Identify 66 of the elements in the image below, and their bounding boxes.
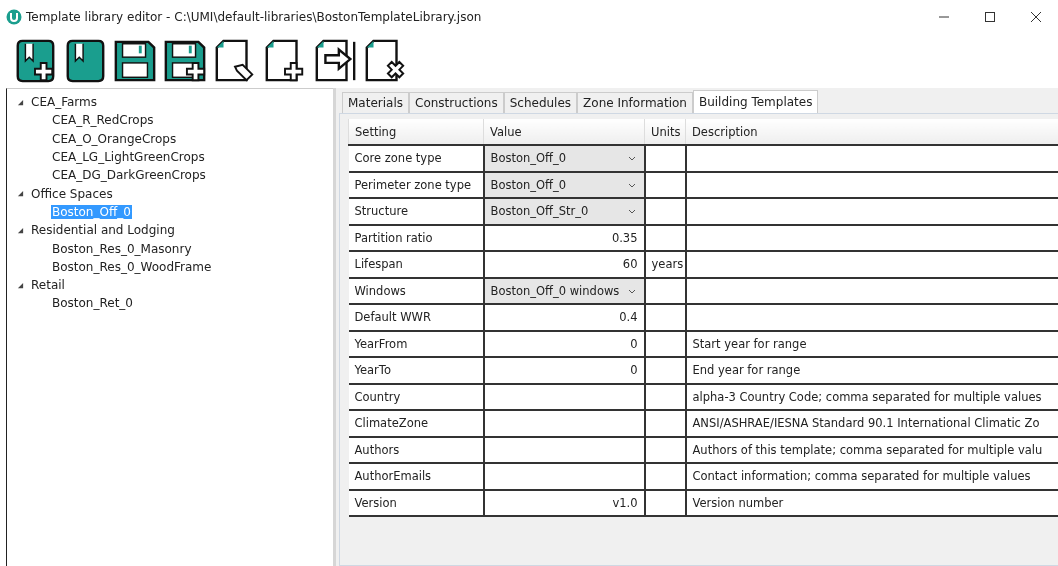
value-field[interactable]: 0 bbox=[630, 336, 638, 351]
expanded-arrow-icon[interactable] bbox=[17, 226, 24, 234]
tree-item[interactable]: Office Spaces bbox=[30, 186, 114, 201]
setting-label: Windows bbox=[354, 283, 406, 298]
column-header: Description bbox=[685, 119, 1058, 145]
setting-label: Perimeter zone type bbox=[354, 177, 472, 192]
description-text: alpha-3 Country Code; comma separated for multiple values bbox=[692, 389, 1042, 404]
description-text: Authors of this template; comma separated for multiple valu bbox=[692, 442, 1043, 457]
tree-item[interactable]: CEA_O_OrangeCrops bbox=[51, 131, 178, 146]
chevron-icon[interactable] bbox=[627, 156, 636, 161]
tree-item[interactable]: Retail bbox=[30, 278, 66, 293]
tree-item[interactable]: CEA_DG_DarkGreenCrops bbox=[51, 168, 207, 183]
setting-label: Core zone type bbox=[354, 151, 442, 166]
value-field[interactable]: 60 bbox=[622, 257, 638, 272]
expanded-arrow-icon[interactable] bbox=[17, 190, 24, 198]
value-dropdown[interactable]: Boston_Off_Str_0 bbox=[483, 198, 645, 225]
description-text: Contact information; comma separated for multiple values bbox=[692, 469, 1031, 484]
save-add-icon[interactable] bbox=[162, 38, 208, 84]
setting-label: Lifespan bbox=[354, 257, 403, 272]
tree-item[interactable]: CEA_R_RedCrops bbox=[51, 113, 155, 128]
setting-label: Authors bbox=[354, 442, 400, 457]
chevron-icon[interactable] bbox=[627, 288, 636, 294]
app-logo-icon bbox=[6, 9, 22, 25]
chevron-icon[interactable] bbox=[627, 209, 636, 214]
close-icon[interactable] bbox=[1030, 11, 1042, 23]
value-dropdown[interactable]: Boston_Off_0 bbox=[483, 145, 645, 172]
tree-item[interactable]: CEA_Farms bbox=[30, 95, 98, 110]
tree-item[interactable]: Residential and Lodging bbox=[30, 223, 176, 238]
setting-label: YearFrom bbox=[354, 336, 408, 351]
tab[interactable]: Building Templates bbox=[692, 90, 819, 113]
tab[interactable]: Schedules bbox=[503, 92, 578, 113]
value-dropdown[interactable]: Boston_Off_0 bbox=[483, 171, 645, 198]
tab[interactable]: Zone Information bbox=[577, 92, 693, 113]
expanded-arrow-icon[interactable] bbox=[17, 281, 24, 289]
units-label: years bbox=[651, 257, 684, 272]
tree-item[interactable]: Boston_Res_0_Masonry bbox=[51, 241, 193, 256]
column-header: Units bbox=[644, 119, 686, 145]
save-icon[interactable] bbox=[112, 38, 158, 84]
description-text: End year for range bbox=[692, 363, 801, 378]
setting-label: ClimateZone bbox=[354, 416, 429, 431]
tree-item[interactable]: Boston_Res_0_WoodFrame bbox=[51, 259, 213, 274]
column-header: Value bbox=[483, 119, 645, 145]
value-field[interactable]: 0.4 bbox=[619, 310, 638, 325]
value-field[interactable]: v1.0 bbox=[612, 495, 638, 510]
setting-label: Structure bbox=[354, 204, 408, 219]
tab[interactable]: Constructions bbox=[409, 92, 504, 113]
setting-label: Country bbox=[354, 389, 401, 404]
value-field[interactable]: 0.35 bbox=[611, 230, 638, 245]
setting-label: Default WWR bbox=[354, 310, 431, 325]
expanded-arrow-icon[interactable] bbox=[17, 98, 24, 106]
setting-label: Version bbox=[354, 495, 397, 510]
column-header: Setting bbox=[348, 119, 484, 145]
maximize-icon[interactable] bbox=[984, 11, 996, 23]
description-text: ANSI/ASHRAE/IESNA Standard 90.1 International Climatic Zo bbox=[692, 416, 1040, 431]
value-field[interactable]: 0 bbox=[630, 363, 638, 378]
chevron-icon[interactable] bbox=[627, 182, 636, 188]
window-title: Template library editor - C:\UMI\default-libraries\BostonTemplateLibrary.json bbox=[26, 10, 482, 24]
tab[interactable]: Materials bbox=[342, 92, 409, 113]
description-text: Version number bbox=[692, 495, 784, 510]
description-text: Start year for range bbox=[692, 336, 807, 351]
setting-label: AuthorEmails bbox=[354, 469, 432, 484]
tree-item[interactable]: CEA_LG_LightGreenCrops bbox=[51, 150, 206, 165]
setting-label: YearTo bbox=[354, 363, 391, 378]
tree-item[interactable]: Boston_Ret_0 bbox=[51, 296, 134, 311]
setting-label: Partition ratio bbox=[354, 230, 433, 245]
value-dropdown[interactable]: Boston_Off_0 windows bbox=[483, 277, 645, 304]
